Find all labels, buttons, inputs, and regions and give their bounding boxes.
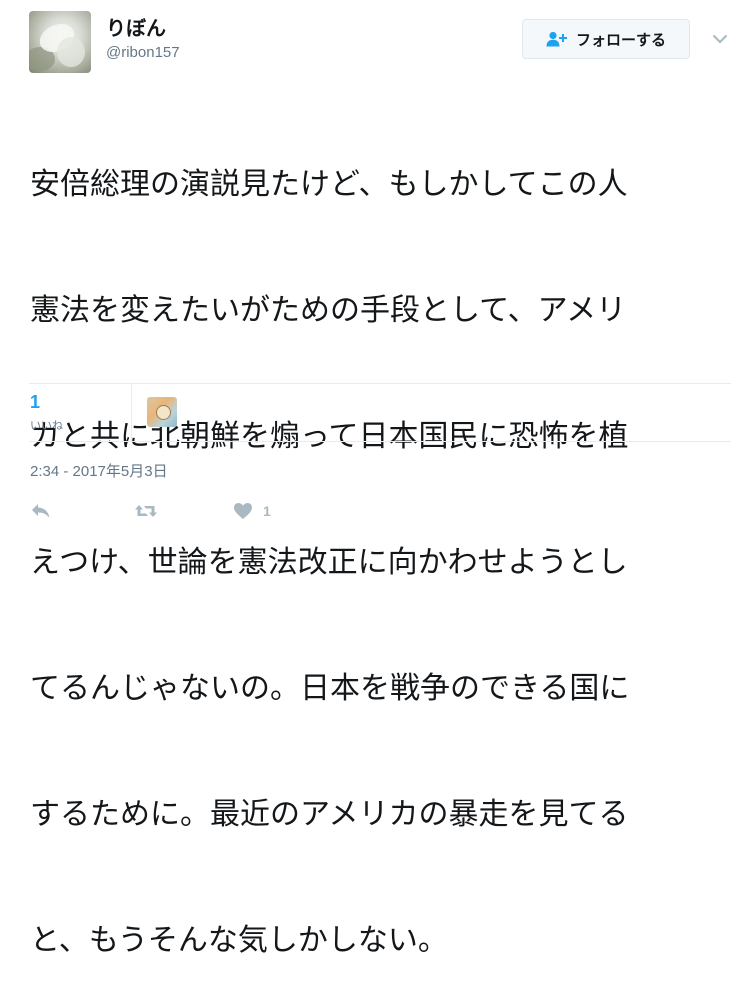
reply-button[interactable] (30, 500, 52, 522)
retweet-button[interactable] (134, 500, 158, 522)
chevron-down-icon[interactable] (709, 28, 731, 50)
retweet-icon (135, 505, 157, 517)
tweet-timestamp[interactable]: 2:34 - 2017年5月3日 (30, 460, 168, 481)
reply-icon (32, 504, 50, 518)
likes-count[interactable]: 1 (30, 392, 40, 413)
tweet-line: 憲法を変えたいがための手段として、アメリ (30, 293, 627, 328)
user-handle[interactable]: @ribon157 (106, 44, 180, 61)
stats-bottom-divider (29, 441, 731, 442)
liker-avatar[interactable] (147, 397, 177, 427)
user-avatar[interactable] (29, 11, 91, 73)
stats-top-divider (29, 383, 731, 384)
follow-button-label: フォローする (575, 30, 666, 49)
tweet-line: てるんじゃないの。日本を戦争のできる国に (30, 671, 630, 706)
stats-vertical-divider (131, 383, 132, 441)
like-count: 1 (263, 503, 271, 519)
tweet-line: 安倍総理の演説見たけど、もしかしてこの人 (30, 167, 628, 202)
like-button[interactable]: 1 (233, 500, 271, 522)
tweet-line: するために。最近のアメリカの暴走を見てる (30, 797, 629, 832)
tweet-line: と、もうそんな気しかしない。 (30, 923, 448, 958)
display-name[interactable]: りぼん (106, 12, 166, 41)
likes-label[interactable]: いいね (30, 417, 63, 433)
tweet-line: えつけ、世論を憲法改正に向かわせようとし (30, 545, 628, 580)
tweet-text: 安倍総理の演説見たけど、もしかしてこの人 憲法を変えたいがための手段として、アメ… (30, 80, 730, 1004)
tweet-line: カと共に北朝鮮を煽って日本国民に恐怖を植 (30, 419, 629, 454)
heart-icon (234, 503, 252, 519)
follow-person-icon (546, 31, 567, 47)
follow-button[interactable]: フォローする (522, 19, 690, 59)
